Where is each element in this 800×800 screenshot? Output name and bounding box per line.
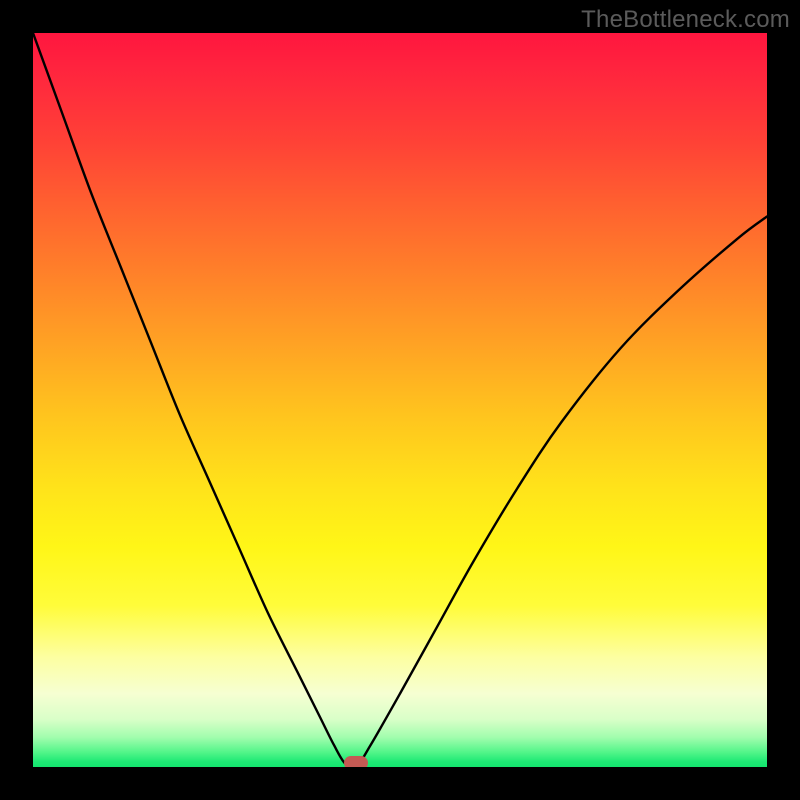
watermark-text: TheBottleneck.com: [581, 6, 790, 34]
outer-frame: TheBottleneck.com: [0, 0, 800, 800]
plot-area: [33, 33, 767, 767]
bottleneck-curve: [33, 33, 767, 767]
optimal-marker: [344, 756, 368, 767]
